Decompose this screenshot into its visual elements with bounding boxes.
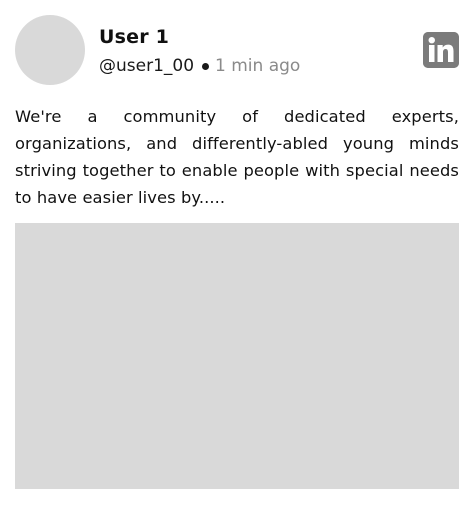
post-card: User 1 @user1_00 1 min ago We're a commu… [0,0,474,510]
user-name[interactable]: User 1 [99,24,169,50]
user-handle[interactable]: @user1_00 [99,53,194,79]
post-text: We're a community of dedicated experts, … [15,107,459,207]
post-timestamp: 1 min ago [215,56,301,76]
separator-dot [202,62,210,70]
post-meta: @user1_00 1 min ago [99,53,300,79]
avatar[interactable] [15,15,85,85]
linkedin-icon[interactable] [423,32,459,68]
post-image-placeholder[interactable] [15,223,459,489]
